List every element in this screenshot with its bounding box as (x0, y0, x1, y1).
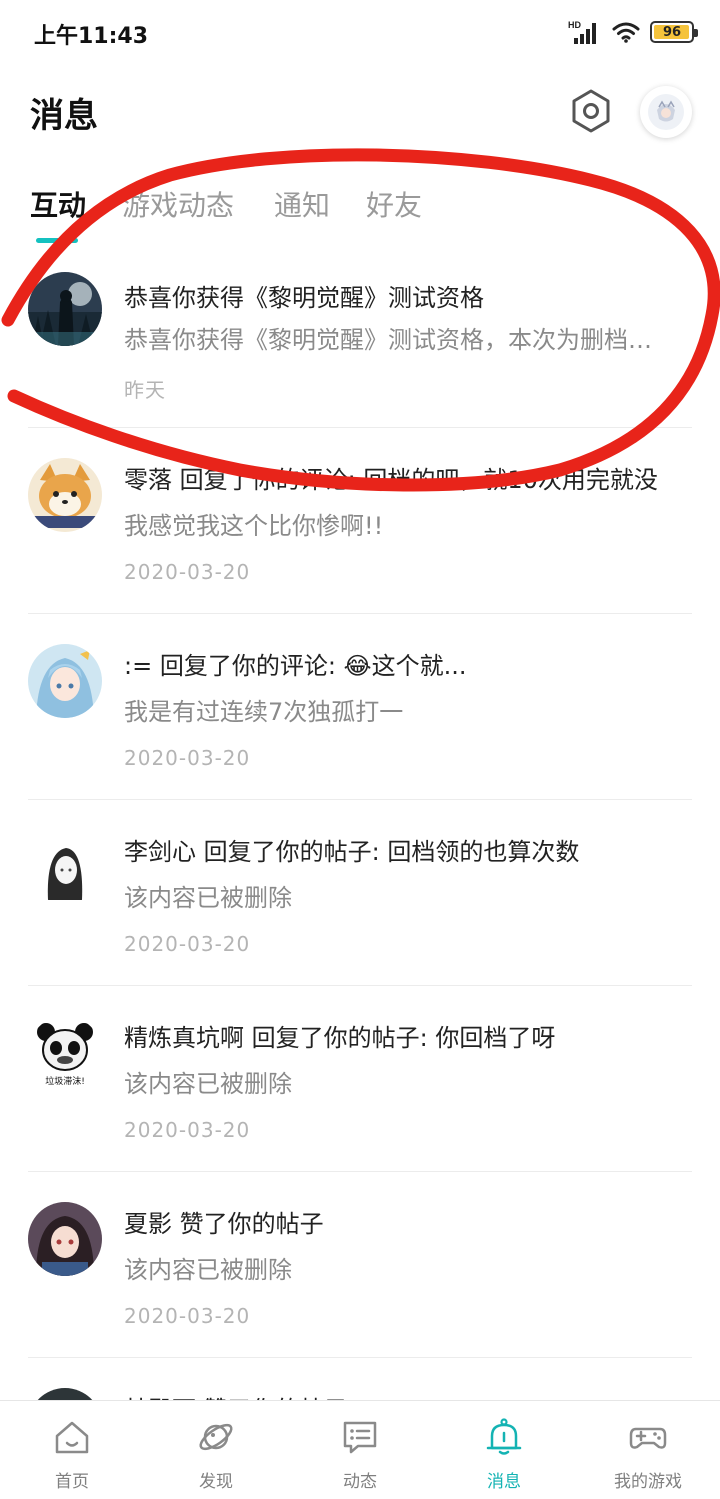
anime-girl-dark-avatar (28, 1202, 102, 1276)
list-item[interactable]: 垃圾滞沫! 精炼真坑啊 回复了你的帖子: 你回档了呀 该内容已被删除 2020-… (0, 986, 720, 1172)
profile-avatar-image (648, 94, 684, 130)
anime-girl-blue-avatar (28, 644, 102, 718)
nav-label: 发现 (199, 1472, 233, 1492)
message-subtitle: 我感觉我这个比你惨啊!! (124, 512, 384, 540)
message-date: 2020-03-20 (124, 746, 251, 770)
wifi-icon (612, 22, 640, 43)
status-bar: 上午11:43 HD 96 (0, 0, 720, 64)
message-subtitle: 我是有过连续7次独孤打一 (124, 698, 404, 726)
home-icon (55, 1421, 89, 1454)
profile-avatar[interactable] (640, 86, 692, 138)
message-subtitle: 该内容已被删除 (124, 1256, 292, 1284)
dark-avatar (28, 1388, 102, 1400)
tab-notifications[interactable]: 通知 (274, 184, 330, 224)
settings-button[interactable] (567, 86, 615, 136)
message-date: 2020-03-20 (124, 932, 251, 956)
nav-messages[interactable]: 消息 (432, 1401, 576, 1499)
svg-text:HD: HD (568, 20, 581, 30)
list-item[interactable]: 李剑心 回复了你的帖子: 回档领的也算次数 该内容已被删除 2020-03-20 (0, 800, 720, 986)
status-icons: HD 96 (568, 17, 698, 47)
nav-home[interactable]: 首页 (0, 1401, 144, 1499)
message-subtitle: 恭喜你获得《黎明觉醒》测试资格，本次为删档… (124, 326, 652, 354)
list-item[interactable]: := 回复了你的评论: 😂这个就... 我是有过连续7次独孤打一 2020-03… (0, 614, 720, 800)
message-subtitle: 该内容已被删除 (124, 1070, 292, 1098)
nav-my-games[interactable]: 我的游戏 (576, 1401, 720, 1499)
message-title: := 回复了你的评论: 😂这个就... (124, 652, 467, 680)
game-forest-avatar (28, 272, 102, 346)
nav-label: 首页 (55, 1472, 89, 1492)
svg-text:垃圾滞沫!: 垃圾滞沫! (45, 1075, 85, 1087)
list-item[interactable]: 林殿雨 赞了你的帖子 (0, 1358, 720, 1400)
message-title: 零落 回复了你的评论: 回档的吧，就10次用完就没 (124, 466, 658, 494)
tab-game-news[interactable]: 游戏动态 (122, 184, 234, 224)
planet-icon (199, 1423, 233, 1451)
hexagon-settings-icon (572, 89, 610, 133)
list-item[interactable]: 恭喜你获得《黎明觉醒》测试资格 恭喜你获得《黎明觉醒》测试资格，本次为删档… 昨… (0, 250, 720, 428)
battery-icon: 96 (650, 21, 698, 43)
nav-label: 消息 (487, 1472, 521, 1492)
list-item[interactable]: 零落 回复了你的评论: 回档的吧，就10次用完就没 我感觉我这个比你惨啊!! 2… (0, 428, 720, 614)
nav-discover[interactable]: 发现 (144, 1401, 288, 1499)
tab-interaction[interactable]: 互动 (30, 184, 86, 224)
nav-label: 我的游戏 (614, 1472, 682, 1492)
message-date: 昨天 (124, 378, 166, 402)
panda-meme-avatar: 垃圾滞沫! (28, 1016, 102, 1090)
message-title: 夏影 赞了你的帖子 (124, 1210, 324, 1238)
tab-friends[interactable]: 好友 (366, 184, 422, 224)
message-date: 2020-03-20 (124, 560, 251, 584)
gamepad-icon (629, 1427, 667, 1449)
message-title: 李剑心 回复了你的帖子: 回档领的也算次数 (124, 838, 580, 866)
message-subtitle: 该内容已被删除 (124, 884, 292, 912)
page-title: 消息 (30, 96, 98, 136)
shiba-dog-avatar (28, 458, 102, 532)
bell-icon (486, 1418, 522, 1455)
signal-icon: HD (568, 20, 596, 44)
message-date: 2020-03-20 (124, 1304, 251, 1328)
bottom-nav: 首页 发现 动态 消息 我的游戏 (0, 1400, 720, 1499)
battery-percent: 96 (662, 24, 682, 40)
message-date: 2020-03-20 (124, 1118, 251, 1142)
message-box-icon (343, 1421, 377, 1454)
message-title: 林殿雨 赞了你的帖子 (124, 1390, 690, 1400)
list-item[interactable]: 夏影 赞了你的帖子 该内容已被删除 2020-03-20 (0, 1172, 720, 1358)
message-title: 精炼真坑啊 回复了你的帖子: 你回档了呀 (124, 1024, 556, 1052)
nav-label: 动态 (343, 1472, 377, 1492)
message-title: 恭喜你获得《黎明觉醒》测试资格 (124, 284, 484, 312)
tab-active-indicator (36, 238, 78, 243)
nav-feed[interactable]: 动态 (288, 1401, 432, 1499)
sketch-girl-avatar (28, 830, 102, 904)
status-time: 上午11:43 (34, 24, 149, 49)
